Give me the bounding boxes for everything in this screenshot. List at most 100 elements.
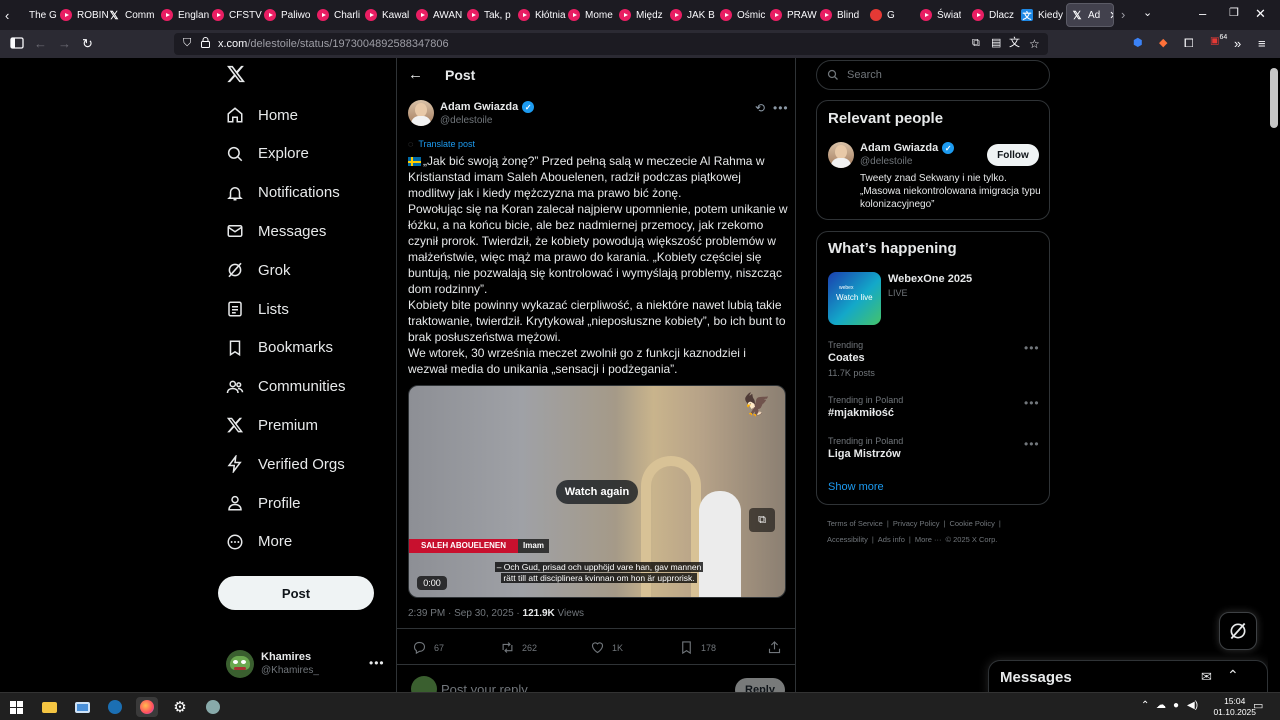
settings-gear-icon[interactable]: ⚙: [169, 697, 191, 717]
back-icon[interactable]: ←: [34, 37, 47, 50]
taskbar-clock[interactable]: 15:04 01.10.2025: [1213, 696, 1256, 718]
nav-item-bookmarks[interactable]: Bookmarks: [226, 333, 333, 363]
nav-item-more[interactable]: More: [226, 527, 292, 557]
translate-post-link[interactable]: ◌ Translate post: [408, 139, 475, 149]
trend-more-icon[interactable]: •••: [1024, 341, 1040, 355]
browser-tab[interactable]: ROBIN: [60, 3, 109, 27]
back-arrow-icon[interactable]: ←: [408, 66, 423, 83]
vpn-extension-icon[interactable]: ⬢: [1133, 38, 1143, 49]
nav-item-communities[interactable]: Communities: [226, 372, 346, 402]
follow-button[interactable]: Follow: [987, 144, 1039, 166]
nav-item-lists[interactable]: Lists: [226, 294, 289, 324]
nav-item-notifications[interactable]: Notifications: [226, 178, 340, 208]
tray-expand-icon[interactable]: ⌃: [1141, 700, 1149, 711]
footer-link[interactable]: Ads info: [878, 535, 905, 544]
grok-explain-icon[interactable]: ⟲: [755, 101, 765, 115]
tab-scroll-right-icon[interactable]: ›: [1121, 8, 1125, 21]
reader-view-icon[interactable]: ▤: [991, 38, 1001, 49]
scrollbar-thumb[interactable]: [1270, 68, 1278, 128]
browser-tab[interactable]: 𝕏 Ad ✕: [1066, 3, 1114, 27]
account-menu-icon[interactable]: •••: [369, 656, 385, 670]
minimize-icon[interactable]: –: [1199, 7, 1206, 20]
new-message-icon[interactable]: ✉: [1201, 669, 1212, 685]
author-handle[interactable]: @delestoile: [440, 115, 492, 126]
repost-action[interactable]: 262: [500, 640, 537, 655]
notifications-icon[interactable]: ▭: [1253, 699, 1263, 712]
nav-item-explore[interactable]: Explore: [226, 139, 309, 169]
network-app-icon[interactable]: [202, 697, 224, 717]
trend-item[interactable]: Trending in Poland Liga Mistrzów: [828, 436, 903, 460]
browser-tab[interactable]: JAK B: [670, 3, 715, 27]
nav-item-verified-orgs[interactable]: Verified Orgs: [226, 449, 345, 479]
like-action[interactable]: 1K: [590, 640, 623, 655]
browser-tab[interactable]: Paliwo: [264, 3, 310, 27]
onedrive-icon[interactable]: ☁: [1156, 700, 1166, 711]
post-more-icon[interactable]: •••: [773, 101, 789, 115]
trend-more-icon[interactable]: •••: [1024, 396, 1040, 410]
browser-tab[interactable]: 文 Kiedy: [1021, 3, 1063, 27]
picture-in-picture-icon[interactable]: ⧉: [749, 508, 775, 532]
browser-tab[interactable]: Englan: [161, 3, 209, 27]
event-title[interactable]: WebexOne 2025: [888, 273, 972, 285]
footer-link[interactable]: Accessibility: [827, 535, 868, 544]
steam-icon[interactable]: [104, 697, 126, 717]
video-player[interactable]: 🦅 Watch again SALEH ABOUELENEN Imam – Oc…: [408, 385, 786, 598]
x-logo-icon[interactable]: [226, 64, 246, 89]
close-tab-icon[interactable]: ✕: [1109, 9, 1113, 22]
search-input[interactable]: Search: [816, 60, 1050, 90]
app-menu-icon[interactable]: ≡: [1258, 37, 1266, 50]
grok-button[interactable]: [1219, 612, 1257, 650]
microphone-icon[interactable]: ●: [1173, 700, 1179, 711]
browser-tab[interactable]: Blind: [820, 3, 859, 27]
footer-more-link[interactable]: More ···: [915, 535, 942, 544]
account-avatar[interactable]: [226, 650, 254, 678]
reply-action[interactable]: 67: [412, 640, 444, 655]
browser-tab[interactable]: CFSTV: [212, 3, 262, 27]
watch-again-button[interactable]: Watch again: [556, 480, 638, 504]
footer-link[interactable]: Privacy Policy: [893, 519, 940, 528]
list-all-tabs-icon[interactable]: ⌄: [1143, 8, 1152, 19]
browser-tab[interactable]: Mome: [568, 3, 613, 27]
forward-icon[interactable]: →: [58, 37, 71, 50]
event-thumbnail[interactable]: webex Watch live: [828, 272, 881, 325]
browser-tab[interactable]: Dlacz: [972, 3, 1014, 27]
relevant-person-avatar[interactable]: [828, 142, 854, 168]
firefox-account-icon[interactable]: ◆: [1159, 38, 1167, 49]
author-name-row[interactable]: Adam Gwiazda ✓: [440, 101, 535, 113]
overflow-menu-icon[interactable]: »: [1234, 37, 1241, 50]
start-button[interactable]: [5, 697, 27, 717]
browser-tab[interactable]: Ośmic: [720, 3, 765, 27]
reload-icon[interactable]: ↻: [82, 37, 93, 50]
show-more-link[interactable]: Show more: [828, 481, 884, 493]
browser-tab[interactable]: The G: [12, 3, 57, 27]
translate-page-icon[interactable]: 文: [1009, 38, 1020, 49]
expand-drawer-icon[interactable]: ⌃: [1227, 667, 1239, 684]
footer-link[interactable]: Terms of Service: [827, 519, 883, 528]
browser-tab[interactable]: Tak, p: [467, 3, 511, 27]
lock-icon[interactable]: [201, 37, 210, 51]
browser-tab[interactable]: PRAW: [770, 3, 817, 27]
browser-tab[interactable]: AWAN: [416, 3, 462, 27]
nav-item-premium[interactable]: Premium: [226, 410, 318, 440]
page-scrollbar[interactable]: [1268, 58, 1280, 692]
browser-tab[interactable]: Kawal: [365, 3, 409, 27]
post-timestamp[interactable]: 2:39 PM · Sep 30, 2025 ·: [408, 608, 523, 619]
browser-tab[interactable]: G: [870, 3, 895, 27]
trend-item[interactable]: Trending in Poland #mjakmiłość: [828, 395, 903, 419]
browser-tab[interactable]: Kłótnia: [518, 3, 566, 27]
post-button[interactable]: Post: [218, 576, 374, 610]
browser-tab[interactable]: Międz: [619, 3, 663, 27]
adblock-extension-icon[interactable]: ▣64: [1210, 34, 1227, 46]
trend-more-icon[interactable]: •••: [1024, 437, 1040, 451]
relevant-person-name-row[interactable]: Adam Gwiazda ✓: [860, 142, 955, 154]
extensions-icon[interactable]: ⧠: [1184, 37, 1194, 49]
browser-tab[interactable]: 𝕏 Comm: [108, 3, 155, 27]
remote-desktop-icon[interactable]: [71, 697, 93, 717]
nav-item-grok[interactable]: Grok: [226, 255, 291, 285]
bookmark-action[interactable]: 178: [679, 640, 716, 655]
browser-tab[interactable]: Charli: [317, 3, 360, 27]
author-avatar[interactable]: [408, 100, 434, 126]
messages-drawer[interactable]: Messages ✉ ⌃: [988, 660, 1268, 696]
volume-icon[interactable]: ◀): [1187, 700, 1198, 711]
url-text[interactable]: x.com/delestoile/status/1973004892588347…: [218, 38, 449, 50]
